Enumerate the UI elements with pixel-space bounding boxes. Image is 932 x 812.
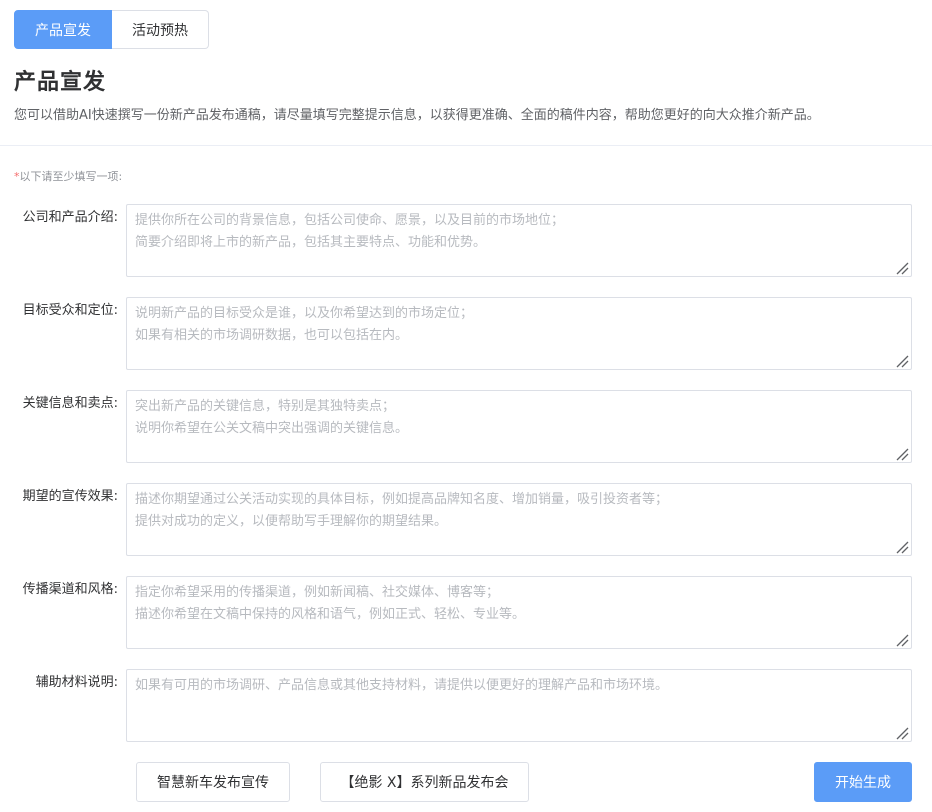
form-hint: *以下请至少填写一项: (14, 168, 122, 184)
field-label: 期望的宣传效果: (22, 489, 118, 504)
channels-style-textarea[interactable] (126, 576, 912, 649)
field-label: 辅助材料说明: (35, 675, 118, 690)
resize-handle-icon[interactable] (895, 447, 909, 461)
audience-positioning-textarea[interactable] (126, 297, 912, 370)
page-title: 产品宣发 (14, 70, 107, 95)
resize-handle-icon[interactable] (895, 633, 909, 647)
resize-handle-icon[interactable] (895, 261, 909, 275)
supporting-materials-textarea[interactable] (126, 669, 912, 742)
field-label: 公司和产品介绍: (22, 210, 118, 225)
resize-handle-icon[interactable] (895, 540, 909, 554)
tab-product-launch[interactable]: 产品宣发 (14, 10, 112, 49)
field-label: 传播渠道和风格: (22, 582, 118, 597)
tab-event-warmup[interactable]: 活动预热 (112, 10, 209, 49)
start-generate-button[interactable]: 开始生成 (814, 762, 912, 802)
example-smart-car-button[interactable]: 智慧新车发布宣传 (136, 762, 290, 802)
resize-handle-icon[interactable] (895, 726, 909, 740)
field-label: 关键信息和卖点: (22, 396, 118, 411)
example-juying-x-button[interactable]: 【绝影 X】系列新品发布会 (320, 762, 529, 802)
field-label: 目标受众和定位: (22, 303, 118, 318)
expected-effect-textarea[interactable] (126, 483, 912, 556)
key-messages-textarea[interactable] (126, 390, 912, 463)
page: 产品宣发 活动预热 产品宣发 您可以借助AI快速撰写一份新产品发布通稿，请尽量填… (0, 0, 932, 812)
resize-handle-icon[interactable] (895, 354, 909, 368)
divider (0, 145, 932, 146)
tab-bar: 产品宣发 活动预热 (14, 10, 209, 49)
company-product-textarea[interactable] (126, 204, 912, 277)
page-description: 您可以借助AI快速撰写一份新产品发布通稿，请尽量填写完整提示信息，以获得更准确、… (14, 108, 820, 123)
form-hint-text: 以下请至少填写一项: (19, 170, 123, 183)
